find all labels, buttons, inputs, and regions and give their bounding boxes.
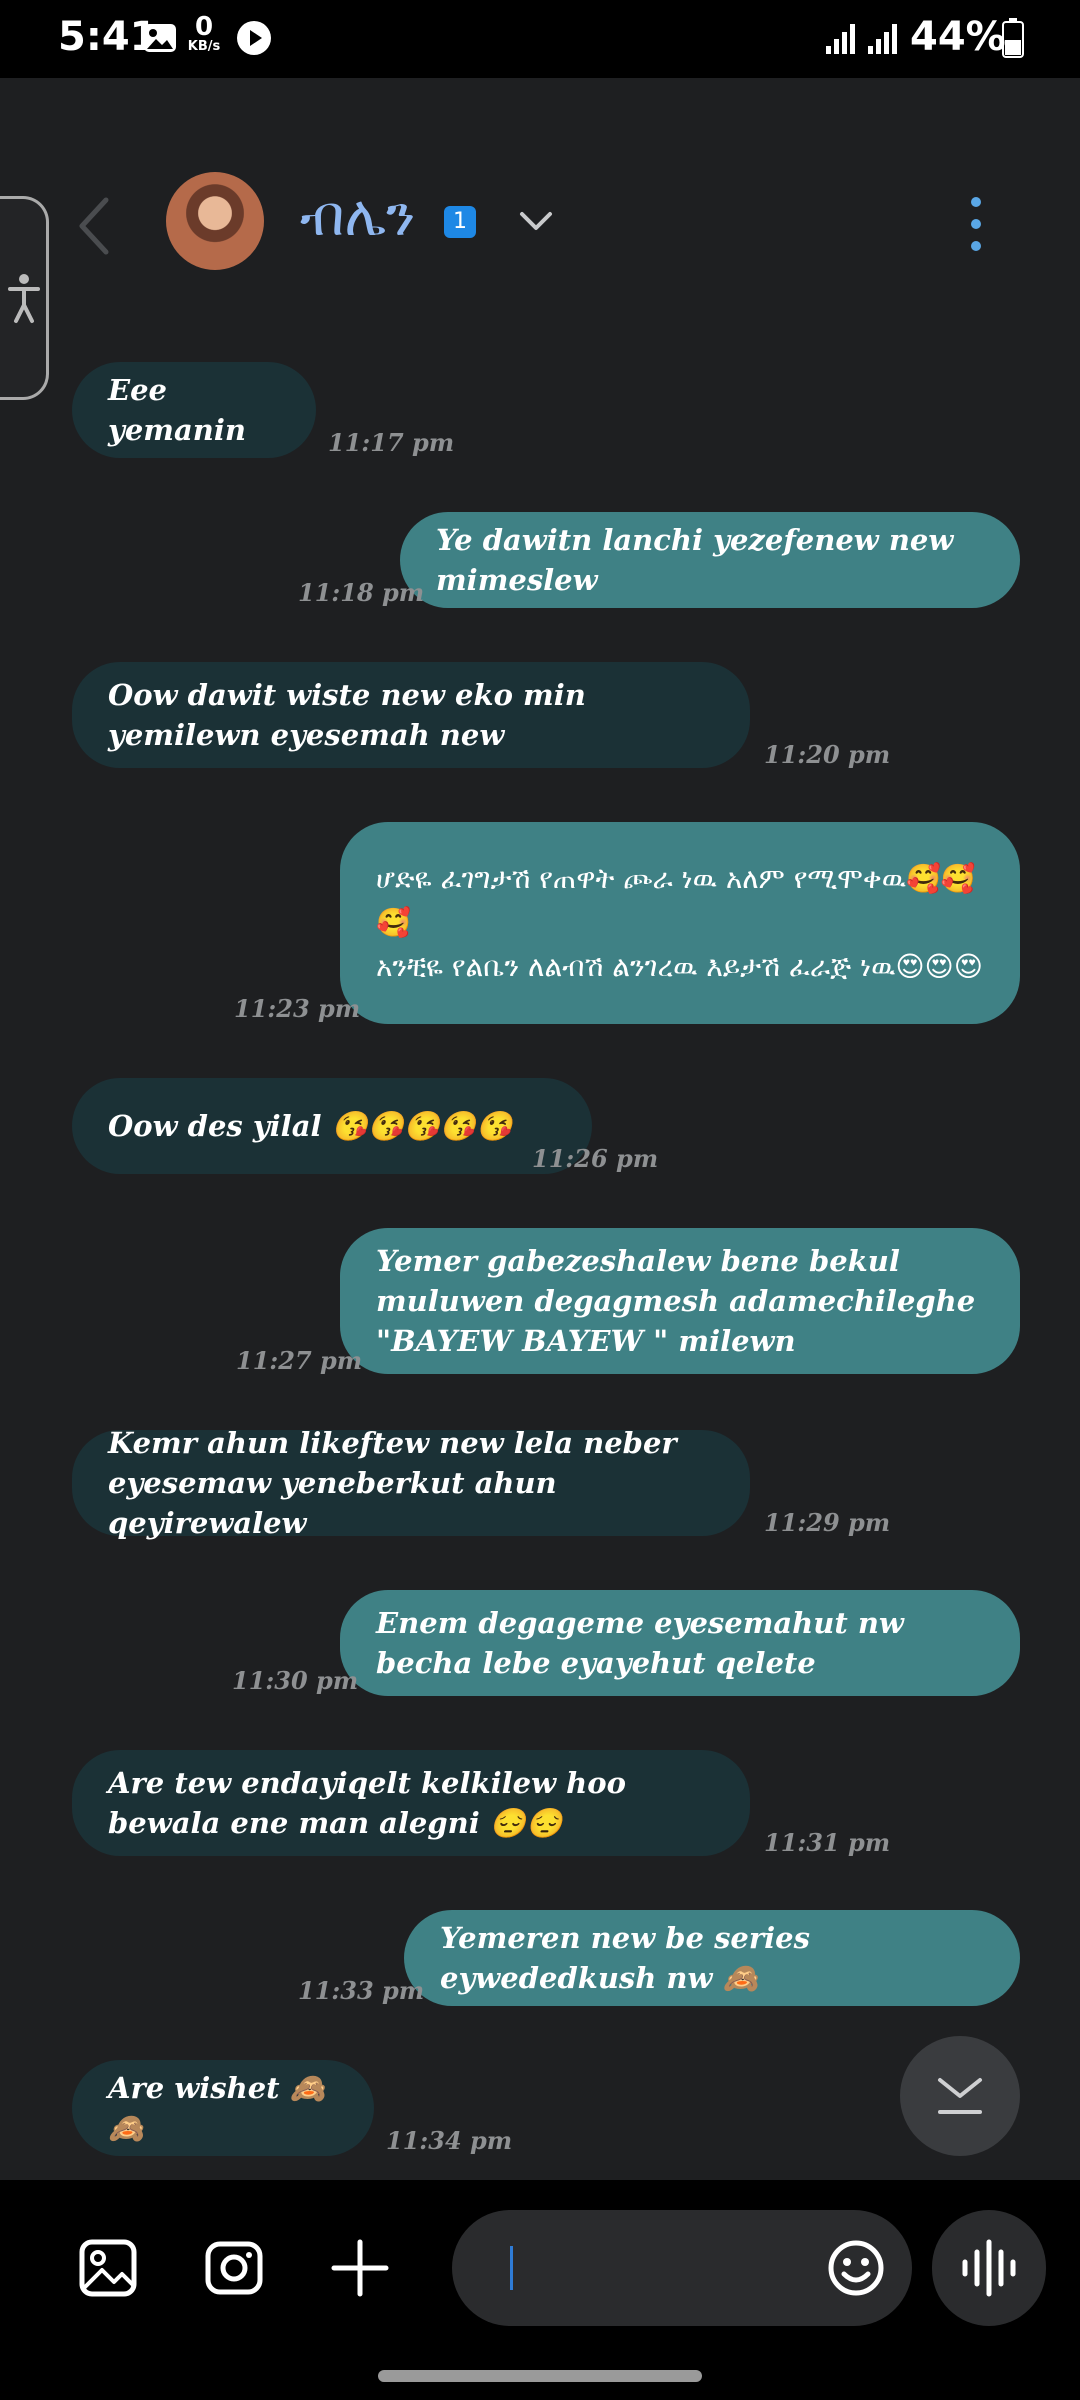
message-bubble-outgoing[interactable]: ሆድዬ ፈገግታሽ የጠዋት ጮራ ነዉ አለም የሚሞቀዉ🥰🥰🥰 አንቺዬ የ… — [340, 822, 1020, 1024]
voice-wave-icon — [962, 2239, 1016, 2297]
message-time: 11:33 pm — [298, 1976, 425, 2005]
message-bubble-incoming[interactable]: Oow des yilal 😘😘😘😘😘 — [72, 1078, 592, 1174]
home-indicator[interactable] — [378, 2370, 702, 2382]
signal-icon-sim2 — [868, 24, 897, 54]
message-bubble-outgoing[interactable]: Enem degageme eyesemahut nw becha lebe e… — [340, 1590, 1020, 1696]
message-time: 11:18 pm — [298, 578, 425, 607]
message-time: 11:26 pm — [532, 1144, 659, 1173]
add-icon[interactable] — [330, 2238, 390, 2298]
message-time: 11:20 pm — [764, 740, 891, 769]
message-time: 11:27 pm — [236, 1346, 363, 1375]
chevron-down-icon[interactable] — [518, 206, 554, 236]
message-time: 11:34 pm — [386, 2126, 513, 2155]
status-bar: 5:41 0 KB/s 44% — [0, 0, 1080, 78]
network-speed-unit: KB/s — [187, 39, 221, 54]
message-bubble-outgoing[interactable]: Yemer gabezeshalew bene bekul muluwen de… — [340, 1228, 1020, 1374]
message-bubble-incoming[interactable]: Are tew endayiqelt kelkilew hoo bewala e… — [72, 1750, 750, 1856]
gallery-icon[interactable] — [78, 2238, 138, 2298]
network-speed-value: 0 — [194, 12, 214, 42]
scroll-to-bottom-button[interactable] — [900, 2036, 1020, 2156]
more-options-icon[interactable] — [956, 196, 996, 252]
sim-badge: 1 — [444, 206, 476, 238]
emoji-icon[interactable] — [826, 2238, 886, 2298]
gallery-notification-icon — [144, 24, 176, 52]
message-bubble-incoming[interactable]: Oow dawit wiste new eko min yemilewn eye… — [72, 662, 750, 768]
battery-percentage: 44% — [910, 14, 1006, 60]
message-time: 11:31 pm — [764, 1828, 891, 1857]
play-notification-icon — [237, 21, 271, 55]
signal-icon-sim1 — [826, 24, 855, 54]
contact-name[interactable]: ብሌን — [300, 184, 415, 250]
back-arrow-icon[interactable] — [74, 196, 114, 256]
network-speed: 0 KB/s — [184, 14, 224, 53]
accessibility-handle[interactable] — [0, 196, 49, 400]
message-bubble-incoming[interactable]: Kemr ahun likeftew new lela neber eyesem… — [72, 1426, 750, 1540]
message-bubble-outgoing[interactable]: Ye dawitn lanchi yezefenew new mimeslew — [400, 512, 1020, 608]
message-bubble-incoming[interactable]: Eee yemanin — [72, 362, 316, 458]
text-cursor — [510, 2246, 513, 2290]
message-time: 11:29 pm — [764, 1508, 891, 1537]
scroll-down-icon — [938, 2078, 982, 2114]
accessibility-icon — [8, 274, 40, 323]
message-bubble-incoming[interactable]: Are wishet 🙈🙈 — [72, 2060, 374, 2156]
message-bubble-outgoing[interactable]: Yemeren new be series eywededkush nw 🙈 — [404, 1910, 1020, 2006]
camera-icon[interactable] — [204, 2238, 264, 2298]
message-time: 11:17 pm — [328, 428, 455, 457]
voice-record-button[interactable] — [932, 2210, 1046, 2326]
battery-icon — [1002, 18, 1024, 58]
message-time: 11:30 pm — [232, 1666, 359, 1695]
message-time: 11:23 pm — [234, 994, 361, 1023]
contact-avatar[interactable] — [166, 172, 264, 270]
